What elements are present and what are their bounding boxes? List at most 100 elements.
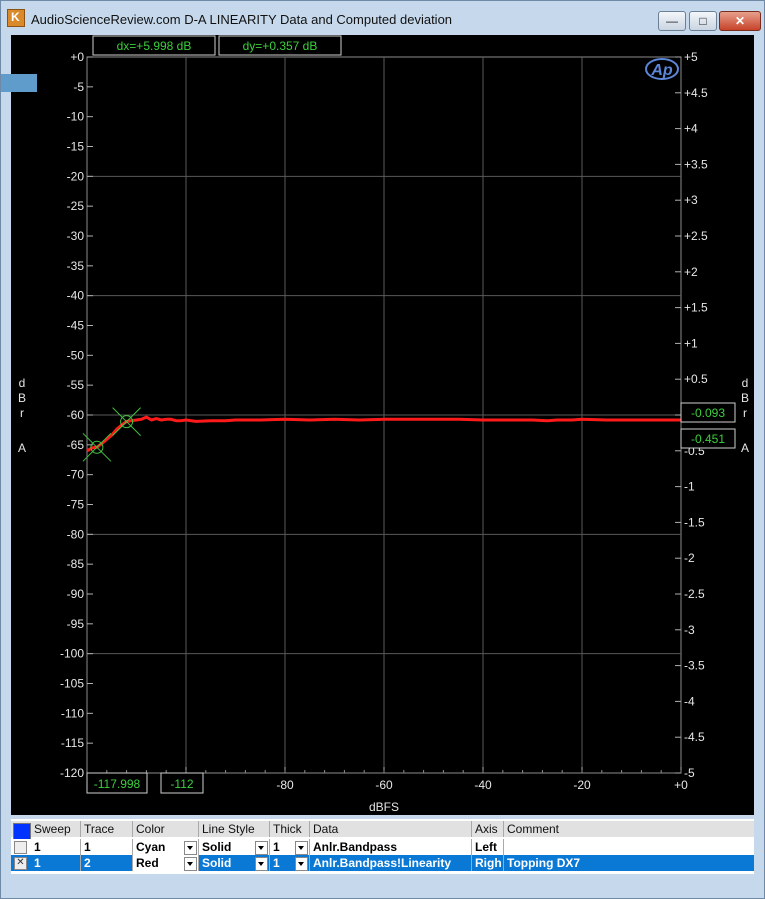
right-tick-label: -4.5 — [684, 730, 705, 744]
header-line-style[interactable]: Line Style — [199, 821, 270, 837]
left-tick-label: -5 — [73, 80, 84, 94]
cell-trace: 1 — [81, 839, 133, 855]
left-tick-label: -100 — [60, 647, 84, 661]
header-comment[interactable]: Comment — [504, 821, 754, 837]
color-select[interactable]: Cyan — [133, 839, 199, 855]
left-tick-label: -115 — [61, 736, 84, 750]
line-style-select[interactable]: Solid — [199, 855, 270, 871]
thick-value: 1 — [273, 840, 280, 854]
chevron-down-icon[interactable] — [255, 841, 268, 855]
ap-logo-text: Ap — [650, 62, 673, 79]
svg-text:r: r — [20, 406, 24, 420]
color-select[interactable]: Red — [133, 855, 199, 871]
cell-axis[interactable]: Left — [472, 839, 504, 855]
right-tick-label: +1 — [684, 336, 698, 350]
left-tick-label: -35 — [67, 259, 85, 273]
header-color[interactable]: Color — [133, 821, 199, 837]
right-tick-label: +2.5 — [684, 229, 708, 243]
right-tick-label: +4.5 — [684, 86, 708, 100]
dx-readout: dx=+5.998 dB — [117, 39, 192, 53]
maximize-icon: □ — [699, 14, 707, 28]
title-bar[interactable]: AudioScienceReview.com D-A LINEARITY Dat… — [1, 1, 764, 35]
header-sweep[interactable]: Sweep — [31, 821, 81, 837]
line-style-value: Solid — [202, 856, 232, 870]
line-style-select[interactable]: Solid — [199, 839, 270, 855]
app-icon[interactable] — [7, 9, 25, 27]
chevron-down-icon[interactable] — [295, 841, 308, 855]
table-row[interactable]: 1 1 Cyan Solid 1 Anlr.Bandpass Left — [11, 839, 754, 855]
left-tick-label: -50 — [67, 348, 85, 362]
color-select-value: Red — [136, 856, 159, 870]
svg-text:d: d — [19, 376, 26, 390]
maximize-button[interactable]: □ — [689, 11, 717, 31]
left-tick-label: -20 — [67, 169, 85, 183]
graph-panel[interactable]: +0 -5 -10 -15 -20 -25 -30 -35 -40 -45 -50 -55 -60 -65… — [11, 35, 754, 815]
right-tick-label: +3.5 — [684, 157, 708, 171]
row-checkbox[interactable] — [14, 841, 27, 854]
svg-text:r: r — [743, 406, 747, 420]
cell-sweep: 1 — [31, 839, 81, 855]
right-tick-label: -4 — [684, 694, 695, 708]
cell-axis[interactable]: Righ — [472, 855, 504, 871]
svg-text:B: B — [741, 391, 749, 405]
close-button[interactable]: ✕ — [719, 11, 761, 31]
row-checkbox-checked[interactable]: ✕ — [14, 857, 27, 870]
linearity-chart[interactable]: +0 -5 -10 -15 -20 -25 -30 -35 -40 -45 -50 -55 -60 -65… — [11, 35, 754, 815]
left-tick-label: -70 — [67, 468, 85, 482]
trace-table: Sweep Trace Color Line Style Thick Data … — [11, 819, 754, 874]
x-tick-label: -80 — [276, 778, 294, 792]
minimize-button[interactable]: — — [658, 11, 686, 31]
ap-logo: Ap — [645, 58, 679, 80]
right-tick-label: -3 — [684, 623, 695, 637]
x-tick-label: +0 — [674, 778, 688, 792]
header-thick[interactable]: Thick — [270, 821, 310, 837]
window-title: AudioScienceReview.com D-A LINEARITY Dat… — [31, 12, 453, 27]
cell-sweep: 1 — [31, 855, 81, 871]
left-tick-label: -45 — [67, 319, 85, 333]
right-tick-label: +4 — [684, 122, 698, 136]
cell-data[interactable]: Anlr.Bandpass — [310, 839, 472, 855]
cell-data[interactable]: Anlr.Bandpass!Linearity — [310, 855, 472, 871]
close-icon: ✕ — [734, 14, 746, 28]
table-header: Sweep Trace Color Line Style Thick Data … — [11, 821, 754, 841]
x-axis-label: dBFS — [369, 800, 399, 814]
right-tick-label: +3 — [684, 193, 698, 207]
chevron-down-icon[interactable] — [295, 857, 308, 871]
chevron-down-icon[interactable] — [255, 857, 268, 871]
left-tick-label: -80 — [67, 527, 85, 541]
svg-text:d: d — [742, 376, 749, 390]
cell-trace: 2 — [81, 855, 133, 871]
header-trace[interactable]: Trace — [81, 821, 133, 837]
x-tick-label: -20 — [573, 778, 591, 792]
left-tick-label: -90 — [67, 587, 85, 601]
left-tick-label: -85 — [67, 557, 85, 571]
cursor-readout-right-upper: -0.093 — [691, 406, 725, 420]
cursor-readout-bottom-right: -112 — [170, 777, 193, 791]
cell-comment[interactable]: Topping DX7 — [504, 855, 754, 871]
right-tick-label: -1.5 — [684, 515, 705, 529]
x-tick-label: -60 — [375, 778, 393, 792]
thick-select[interactable]: 1 — [270, 855, 310, 871]
status-bar — [1, 877, 764, 897]
left-tick-label: -95 — [67, 617, 85, 631]
chevron-down-icon[interactable] — [184, 841, 197, 855]
thick-value: 1 — [273, 856, 280, 870]
panel-tab[interactable] — [1, 74, 37, 92]
left-tick-label: -75 — [67, 498, 85, 512]
left-tick-label: -10 — [67, 110, 85, 124]
cell-comment[interactable] — [504, 839, 754, 855]
left-tick-label: -120 — [60, 766, 84, 780]
grid-lines — [86, 56, 682, 774]
left-tick-label: -40 — [67, 289, 85, 303]
header-axis[interactable]: Axis — [472, 821, 504, 837]
left-tick-label: -25 — [67, 199, 85, 213]
left-tick-label: -105 — [60, 677, 84, 691]
left-tick-label: -55 — [67, 378, 85, 392]
right-tick-label: +0.5 — [684, 372, 708, 386]
table-row[interactable]: ✕ 1 2 Red Solid 1 Anlr.Bandpass!Linearit… — [11, 855, 754, 871]
header-data[interactable]: Data — [310, 821, 472, 837]
chevron-down-icon[interactable] — [184, 857, 197, 871]
line-style-value: Solid — [202, 840, 232, 854]
svg-text:B: B — [18, 391, 26, 405]
thick-select[interactable]: 1 — [270, 839, 310, 855]
